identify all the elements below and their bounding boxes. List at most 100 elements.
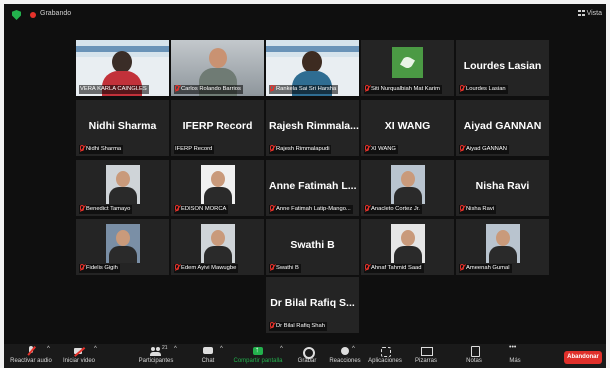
participant-name: Swathi B: [276, 265, 299, 271]
unmute-label: Reactivar audio: [10, 358, 52, 364]
top-bar: Grabando Vista: [4, 4, 606, 26]
muted-mic-icon: [270, 145, 274, 151]
participant-tile[interactable]: Fidelis Gigih: [76, 219, 169, 275]
audio-options-caret-icon[interactable]: ^: [47, 346, 50, 352]
participant-name-label: Nidhi Sharma: [79, 145, 124, 154]
participant-display-name: Swathi B: [290, 239, 335, 251]
participants-count: 21: [162, 345, 168, 351]
security-shield-icon[interactable]: [12, 10, 21, 20]
participant-display-name: Lourdes Lasian: [463, 60, 542, 72]
reactions-button[interactable]: Reacciones: [326, 346, 364, 364]
muted-mic-icon: [365, 145, 369, 151]
participant-name: Nidhi Sharma: [86, 146, 122, 152]
participant-name: Aiyad GANNAN: [466, 146, 507, 152]
participant-name-label: Fidelis Gigih: [79, 264, 120, 273]
participant-name: Siti Nurqualbiah Mat Karim: [371, 86, 440, 92]
reactions-label: Reacciones: [329, 358, 361, 364]
participant-name-label: Ameenah Gumal: [459, 264, 512, 273]
participant-tile[interactable]: Edem Ayivi Mawugbe: [171, 219, 264, 275]
participant-display-name: Nidhi Sharma: [88, 120, 157, 132]
participant-name: Ahnaf Tahmid Saad: [371, 265, 422, 271]
share-screen-button[interactable]: Compartir pantalla: [229, 345, 287, 364]
share-caret-icon[interactable]: ^: [280, 346, 283, 352]
participant-name-label: Carlos Rolando Barrios: [174, 85, 243, 94]
participant-name-label: Benedict Tamayo: [79, 205, 133, 214]
whiteboards-label: Pizarras: [414, 358, 437, 364]
chat-caret-icon[interactable]: ^: [220, 346, 223, 352]
participant-photo: [486, 224, 520, 263]
participant-name: Anacleto Cortez Jr.: [371, 206, 420, 212]
muted-mic-icon: [270, 205, 274, 211]
participant-tile[interactable]: Siti Nurqualbiah Mat Karim: [361, 40, 454, 96]
participant-logo-image: [392, 47, 423, 78]
participant-tile[interactable]: Ameenah Gumal: [456, 219, 549, 275]
participant-tile[interactable]: Aiyad GANNAN Aiyad GANNAN: [456, 100, 549, 156]
participant-tile[interactable]: XI WANG XI WANG: [361, 100, 454, 156]
whiteboards-button[interactable]: Pizarras: [412, 346, 440, 364]
participant-tile[interactable]: Anne Fatimah L... Anne Fatimah Latip-Mang…: [266, 160, 359, 216]
notes-label: Notas: [466, 358, 482, 364]
participant-name-label: Nisha Ravi: [459, 205, 497, 214]
muted-mic-icon: [270, 322, 274, 328]
participant-name: XI WANG: [371, 146, 396, 152]
participant-tile[interactable]: Swathi B Swathi B: [266, 219, 359, 275]
recording-label: Grabando: [40, 10, 72, 17]
start-video-button[interactable]: Iniciar video: [60, 346, 98, 364]
notes-button[interactable]: Notas: [462, 346, 486, 364]
participant-tile[interactable]: Nidhi Sharma Nidhi Sharma: [76, 100, 169, 156]
reactions-icon: [339, 346, 351, 357]
video-options-caret-icon[interactable]: ^: [94, 346, 97, 352]
participant-name-label: Rankela Sai Sri Harsha: [269, 85, 339, 94]
participant-tile[interactable]: EDISON MORCA: [171, 160, 264, 216]
meeting-toolbar: Reactivar audio ^ Iniciar video ^ Partic…: [4, 344, 606, 368]
apps-button[interactable]: Aplicaciones: [365, 346, 405, 364]
record-icon: [301, 346, 315, 359]
muted-mic-icon: [460, 264, 464, 270]
participant-tile[interactable]: Benedict Tamayo: [76, 160, 169, 216]
view-button[interactable]: Vista: [577, 10, 602, 17]
participant-tile[interactable]: Nisha Ravi Nisha Ravi: [456, 160, 549, 216]
muted-mic-icon: [80, 264, 84, 270]
muted-mic-icon: [460, 85, 464, 91]
participant-tile[interactable]: Carlos Rolando Barrios: [171, 40, 264, 96]
participant-name: IFERP Record: [175, 146, 213, 152]
participant-tile[interactable]: Lourdes Lasian Lourdes Lasian: [456, 40, 549, 96]
participants-label: Participantes: [138, 358, 174, 364]
muted-mic-icon: [365, 205, 369, 211]
participant-name-label: Siti Nurqualbiah Mat Karim: [364, 85, 442, 94]
participant-tile[interactable]: Dr Bilal Rafiq S... Dr Bilal Rafiq Shah: [266, 277, 359, 333]
participants-caret-icon[interactable]: ^: [174, 346, 177, 352]
participant-name-label: Rajesh Rimmalapudi: [269, 145, 332, 154]
muted-mic-icon: [175, 205, 179, 211]
share-screen-label: Compartir pantalla: [233, 358, 283, 364]
participant-display-name: XI WANG: [384, 120, 431, 132]
participant-display-name: IFERP Record: [182, 120, 253, 132]
leave-meeting-button[interactable]: Abandonar: [564, 351, 602, 364]
muted-mic-icon: [270, 85, 274, 91]
participant-tile[interactable]: VERA KARLA CAINGLES: [76, 40, 169, 96]
participant-name: Benedict Tamayo: [86, 206, 131, 212]
participant-tile[interactable]: Rankela Sai Sri Harsha: [266, 40, 359, 96]
participant-name: Anne Fatimah Latip-Mango...: [276, 206, 351, 212]
muted-mic-icon: [270, 264, 274, 270]
participant-tile[interactable]: IFERP Record IFERP Record: [171, 100, 264, 156]
unmute-button[interactable]: Reactivar audio: [10, 346, 52, 364]
participant-display-name: Rajesh Rimmala...: [269, 120, 359, 132]
participant-name-label: Edem Ayivi Mawugbe: [174, 264, 239, 273]
participant-photo: [106, 224, 140, 263]
participants-button[interactable]: Participantes: [134, 346, 178, 364]
record-button[interactable]: Grabar: [293, 346, 321, 364]
participant-display-name: Aiyad GANNAN: [463, 120, 542, 132]
participant-name-label: EDISON MORCA: [174, 205, 229, 214]
chat-button[interactable]: Chat: [194, 346, 222, 364]
participant-photo: [106, 165, 140, 204]
participant-name: Ameenah Gumal: [466, 265, 510, 271]
participant-tile[interactable]: Rajesh Rimmala... Rajesh Rimmalapudi: [266, 100, 359, 156]
participant-tile[interactable]: Ahnaf Tahmid Saad: [361, 219, 454, 275]
participant-photo: [391, 165, 425, 204]
participant-name-label: Ahnaf Tahmid Saad: [364, 264, 424, 273]
reactions-caret-icon[interactable]: ^: [352, 346, 355, 352]
more-button[interactable]: Más: [504, 344, 526, 364]
muted-mic-icon: [460, 145, 464, 151]
participant-tile[interactable]: Anacleto Cortez Jr.: [361, 160, 454, 216]
